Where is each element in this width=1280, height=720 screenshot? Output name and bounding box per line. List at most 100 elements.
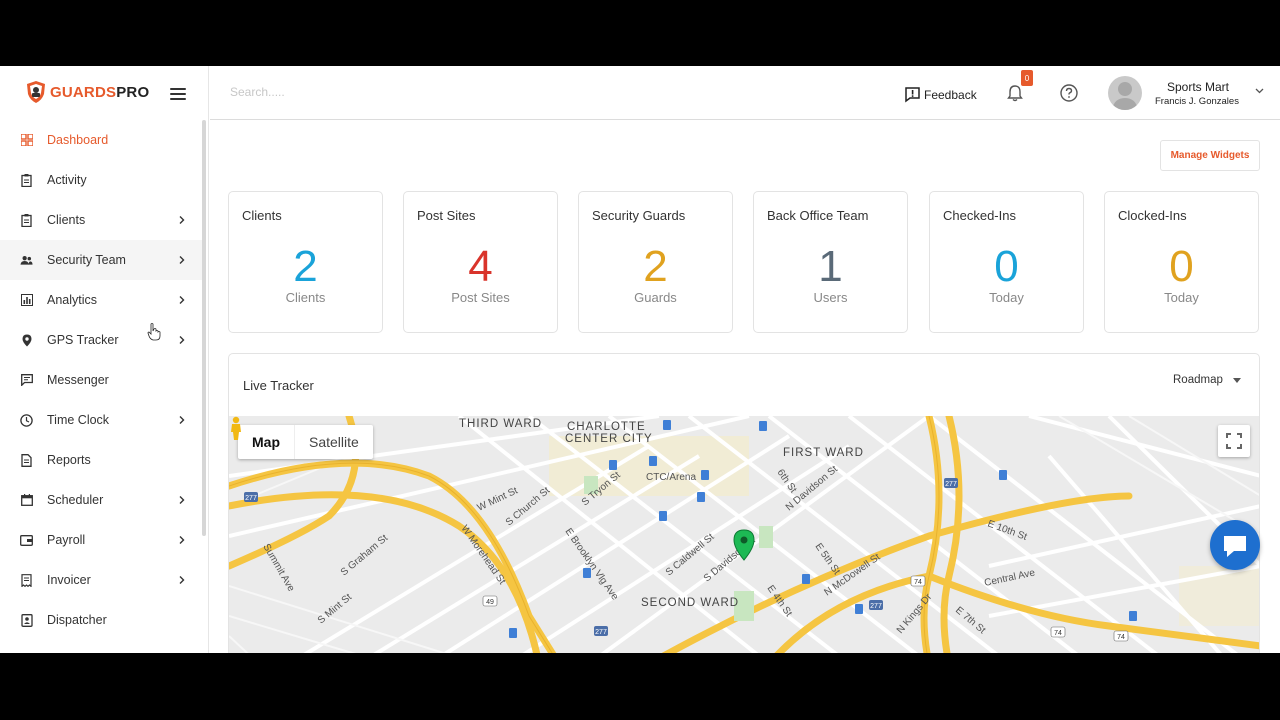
svg-text:SECOND WARD: SECOND WARD (641, 597, 739, 609)
top-header: Feedback 0 Sports Mart Francis J. Gonzal… (210, 66, 1280, 120)
live-map[interactable]: 277 277 277 277 74 74 74 49 THIRD WARD C… (229, 416, 1260, 653)
users-icon (20, 254, 33, 267)
stat-value: 2 (643, 242, 668, 291)
dashboard-main: Manage Widgets Clients 2 Clients Post Sites… (210, 121, 1280, 653)
clipboard-icon (20, 213, 33, 227)
brand-logo[interactable]: GUARDSPRO (26, 80, 149, 104)
bar-chart-icon (20, 294, 33, 307)
svg-text:74: 74 (914, 579, 922, 586)
stat-subtitle: Users (813, 290, 848, 305)
caret-down-icon (1232, 377, 1241, 383)
sidebar-item-label: Clients (47, 213, 86, 227)
sidebar-item-analytics[interactable]: Analytics (0, 280, 202, 320)
user-name[interactable]: Francis J. Gonzales (1155, 96, 1239, 107)
search-input[interactable] (230, 85, 530, 99)
feedback-button[interactable]: Feedback (904, 86, 977, 103)
svg-text:74: 74 (1117, 634, 1125, 641)
chat-bubble-icon (1224, 536, 1246, 557)
chevron-right-icon[interactable] (178, 294, 186, 306)
stat-card-clocked-ins[interactable]: Clocked-Ins 0 Today (1104, 191, 1259, 333)
chevron-right-icon[interactable] (178, 574, 186, 586)
document-icon (20, 453, 33, 467)
clock-icon (20, 413, 33, 427)
svg-text:74: 74 (1054, 630, 1062, 637)
stat-title: Post Sites (417, 208, 476, 223)
map-view-button[interactable]: Map (238, 425, 295, 459)
sidebar-item-activity[interactable]: Activity (0, 160, 202, 200)
pegman-icon[interactable] (229, 416, 243, 440)
help-icon[interactable] (1059, 83, 1079, 103)
brand-name: GUARDSPRO (50, 83, 150, 101)
sidebar-item-label: Scheduler (47, 493, 104, 507)
svg-text:277: 277 (870, 603, 882, 610)
sidebar-item-label: Payroll (47, 533, 86, 547)
chevron-right-icon[interactable] (178, 214, 186, 226)
sidebar-item-dashboard[interactable]: Dashboard (0, 120, 202, 160)
sidebar-scrollbar[interactable] (202, 120, 206, 536)
svg-text:CTC/Arena: CTC/Arena (646, 472, 696, 483)
sidebar-item-label: Invoicer (47, 573, 91, 587)
live-tracker-title: Live Tracker (243, 378, 314, 393)
manage-widgets-button[interactable]: Manage Widgets (1160, 140, 1260, 171)
stat-title: Clocked-Ins (1118, 208, 1187, 223)
chevron-right-icon[interactable] (178, 494, 186, 506)
stat-value: 1 (818, 242, 843, 291)
stat-card-checked-ins[interactable]: Checked-Ins 0 Today (929, 191, 1084, 333)
svg-text:THIRD WARD: THIRD WARD (459, 418, 542, 430)
chevron-right-icon[interactable] (178, 414, 186, 426)
map-type-select[interactable]: Roadmap (1173, 374, 1241, 386)
sidebar-nav: Dashboard Activity Clients Security Team Ana… (0, 120, 202, 640)
chevron-right-icon[interactable] (178, 534, 186, 546)
stat-card-security-guards[interactable]: Security Guards 2 Guards (578, 191, 733, 333)
sidebar-item-time-clock[interactable]: Time Clock (0, 400, 202, 440)
sidebar-item-invoicer[interactable]: Invoicer (0, 560, 202, 600)
svg-text:49: 49 (486, 599, 494, 606)
sidebar-item-label: Analytics (47, 293, 98, 307)
sidebar-item-clients[interactable]: Clients (0, 200, 202, 240)
stat-card-back-office-team[interactable]: Back Office Team 1 Users (753, 191, 908, 333)
stat-card-clients[interactable]: Clients 2 Clients (228, 191, 383, 333)
sidebar-item-payroll[interactable]: Payroll (0, 520, 202, 560)
stat-card-post-sites[interactable]: Post Sites 4 Post Sites (403, 191, 558, 333)
receipt-icon (20, 573, 33, 587)
dashboard-icon (20, 134, 33, 147)
stat-value: 4 (468, 242, 493, 291)
sidebar-item-messenger[interactable]: Messenger (0, 360, 202, 400)
chevron-right-icon[interactable] (178, 334, 186, 346)
sidebar-item-security-team[interactable]: Security Team (0, 240, 202, 280)
bell-icon[interactable] (1006, 84, 1024, 102)
fullscreen-icon (1226, 433, 1242, 449)
chevron-down-icon[interactable] (1255, 88, 1264, 94)
menu-toggle-icon[interactable] (170, 88, 186, 100)
svg-text:277: 277 (945, 481, 957, 488)
stat-subtitle: Guards (634, 290, 677, 305)
sidebar: GUARDSPRO Dashboard Activity Clients Securi… (0, 66, 209, 653)
feedback-icon (905, 87, 920, 103)
chat-widget-button[interactable] (1210, 520, 1260, 570)
notification-badge: 0 (1021, 70, 1033, 86)
avatar[interactable] (1108, 76, 1142, 110)
sidebar-item-scheduler[interactable]: Scheduler (0, 480, 202, 520)
dispatch-icon (20, 613, 33, 627)
sidebar-item-dispatcher[interactable]: Dispatcher (0, 600, 202, 640)
sidebar-item-label: Reports (47, 453, 91, 467)
sidebar-item-reports[interactable]: Reports (0, 440, 202, 480)
fullscreen-button[interactable] (1218, 425, 1250, 457)
map-view-toggle: Map Satellite (238, 425, 373, 459)
stat-value: 2 (293, 242, 318, 291)
svg-text:FIRST WARD: FIRST WARD (783, 447, 864, 459)
sidebar-item-label: GPS Tracker (47, 333, 119, 347)
map-canvas[interactable]: 277 277 277 277 74 74 74 49 THIRD WARD C… (229, 416, 1260, 653)
stat-subtitle: Clients (285, 290, 326, 305)
live-tracker-card: Live Tracker Roadmap 277 277 277 277 74 … (228, 353, 1260, 653)
stat-value: 0 (1169, 242, 1194, 291)
sidebar-item-gps-tracker[interactable]: GPS Tracker (0, 320, 202, 360)
chevron-right-icon[interactable] (178, 254, 186, 266)
sidebar-item-label: Messenger (47, 373, 109, 387)
stat-title: Back Office Team (767, 208, 869, 223)
satellite-view-button[interactable]: Satellite (295, 425, 373, 459)
svg-text:CHARLOTTE: CHARLOTTE (567, 421, 646, 433)
svg-text:277: 277 (245, 495, 257, 502)
user-organization[interactable]: Sports Mart (1167, 80, 1229, 94)
app-window: GUARDSPRO Dashboard Activity Clients Securi… (0, 66, 1280, 653)
